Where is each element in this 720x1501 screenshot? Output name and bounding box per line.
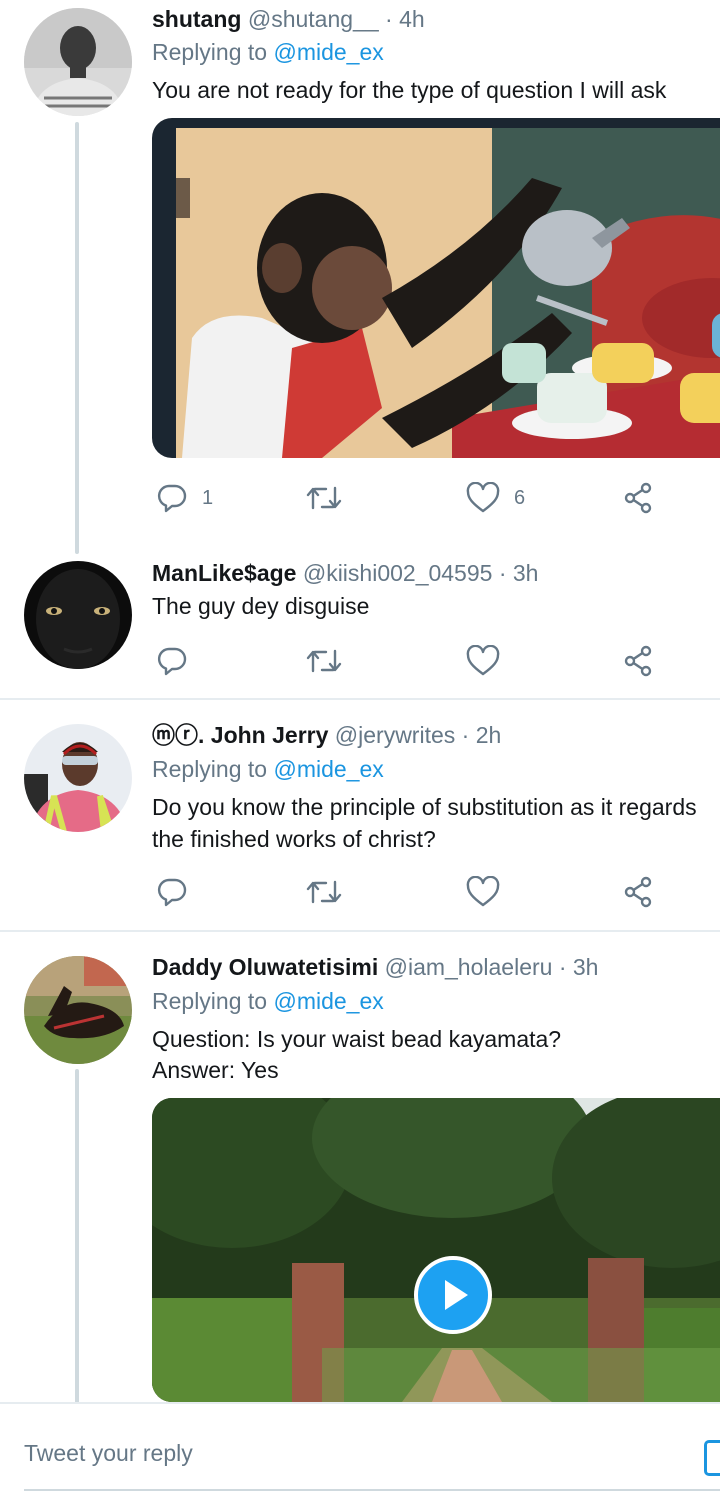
mention-link[interactable]: @mide_ex — [273, 756, 383, 782]
like-button[interactable]: 6 — [466, 478, 525, 518]
tweet-text-line-1: Question: Is your waist bead kayamata? — [152, 1026, 562, 1052]
tweet-actions: 1 6 — [152, 478, 720, 518]
user-name[interactable]: ManLike$age — [152, 560, 296, 586]
avatar[interactable] — [24, 8, 132, 116]
tweet-text: You are not ready for the type of questi… — [152, 77, 667, 103]
tweet-text-line-1: Do you know the principle of substitutio… — [152, 794, 697, 820]
timestamp[interactable]: 2h — [476, 722, 502, 748]
timestamp[interactable]: 3h — [513, 560, 539, 586]
user-handle[interactable]: @jerywrites — [335, 722, 455, 748]
tweet-daddyoluwatetisimi[interactable]: Daddy Oluwatetisimi @iam_holaeleru · 3h … — [0, 948, 720, 1409]
tweet-johnjerry[interactable]: ⓜⓡ. John Jerry @jerywrites · 2h Replying… — [0, 716, 720, 930]
share-button[interactable] — [622, 641, 654, 681]
retweet-button[interactable] — [306, 641, 342, 681]
play-button[interactable] — [414, 1256, 492, 1334]
reply-button[interactable] — [156, 872, 188, 912]
tweet-manlikesage[interactable]: ManLike$age @kiishi002_04595 · 3h The gu… — [0, 555, 720, 699]
avatar[interactable] — [24, 561, 132, 669]
user-handle[interactable]: @kiishi002_04595 — [303, 560, 493, 586]
reply-icon — [157, 484, 187, 513]
replying-to: Replying to @mide_ex — [152, 986, 384, 1016]
user-name[interactable]: Daddy Oluwatetisimi — [152, 954, 378, 980]
tweet-thread: shutang @shutang__ · 4h Replying to @mid… — [0, 0, 720, 1501]
play-icon — [445, 1280, 468, 1310]
tweet-image[interactable] — [152, 118, 720, 458]
avatar[interactable] — [24, 956, 132, 1064]
timestamp[interactable]: 4h — [399, 6, 425, 32]
like-icon — [466, 645, 500, 676]
reply-count: 1 — [202, 486, 214, 509]
share-icon — [624, 645, 652, 677]
like-count: 6 — [514, 486, 526, 509]
share-button[interactable] — [622, 872, 654, 912]
replying-label: Replying to — [152, 756, 268, 782]
separator-dot: · — [498, 560, 507, 586]
reply-button[interactable] — [156, 641, 188, 681]
share-button[interactable] — [622, 478, 654, 518]
avatar[interactable] — [24, 724, 132, 832]
separator-dot: · — [558, 954, 567, 980]
reply-input[interactable]: Tweet your reply — [24, 1440, 193, 1467]
separator-dot: · — [385, 6, 393, 32]
share-icon — [624, 876, 652, 908]
user-handle[interactable]: @iam_holaeleru — [385, 954, 553, 980]
replying-to: Replying to @mide_ex — [152, 754, 384, 784]
replying-label: Replying to — [152, 988, 268, 1014]
retweet-button[interactable] — [306, 872, 342, 912]
like-icon — [466, 876, 500, 907]
like-button[interactable] — [466, 641, 500, 681]
divider — [0, 698, 720, 700]
user-name[interactable]: ⓜⓡ. John Jerry — [152, 722, 328, 748]
reply-icon — [157, 647, 187, 676]
reply-icon — [157, 878, 187, 907]
replying-label: Replying to — [152, 39, 268, 65]
timestamp[interactable]: 3h — [573, 954, 599, 980]
tweet-actions — [152, 641, 720, 681]
input-underline — [24, 1489, 720, 1491]
tweet-text-line-2: Answer: Yes — [152, 1057, 279, 1083]
retweet-button[interactable] — [306, 478, 342, 518]
tweet-header: ManLike$age @kiishi002_04595 · 3h — [152, 558, 538, 588]
retweet-icon — [306, 880, 342, 904]
add-media-icon[interactable] — [704, 1440, 720, 1476]
mention-link[interactable]: @mide_ex — [273, 39, 383, 65]
divider — [0, 930, 720, 932]
mention-link[interactable]: @mide_ex — [273, 988, 383, 1014]
thread-line — [75, 1069, 79, 1409]
share-icon — [624, 482, 652, 514]
reply-composer[interactable]: Tweet your reply — [0, 1402, 720, 1501]
reply-button[interactable]: 1 — [156, 478, 213, 518]
user-handle[interactable]: @shutang__ — [248, 6, 379, 32]
tweet-video[interactable] — [152, 1098, 720, 1402]
separator-dot: · — [461, 722, 470, 748]
thread-line — [75, 122, 79, 554]
tweet-header: ⓜⓡ. John Jerry @jerywrites · 2h — [152, 720, 501, 750]
tweet-header: Daddy Oluwatetisimi @iam_holaeleru · 3h — [152, 952, 598, 982]
tweet-text: The guy dey disguise — [152, 593, 370, 619]
tweet-shutang[interactable]: shutang @shutang__ · 4h Replying to @mid… — [0, 0, 720, 554]
retweet-icon — [306, 486, 342, 510]
tweet-text-line-2: the finished works of christ? — [152, 826, 436, 852]
replying-to: Replying to @mide_ex — [152, 37, 384, 67]
like-button[interactable] — [466, 872, 500, 912]
user-name[interactable]: shutang — [152, 6, 241, 32]
retweet-icon — [306, 649, 342, 673]
like-icon — [466, 482, 500, 513]
tweet-header: shutang @shutang__ · 4h — [152, 4, 425, 34]
tweet-actions — [152, 872, 720, 912]
